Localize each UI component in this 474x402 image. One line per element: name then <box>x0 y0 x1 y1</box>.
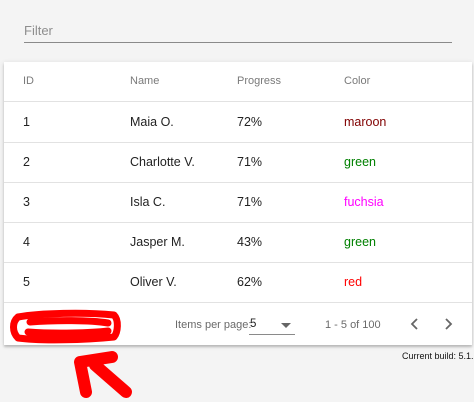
red-arrow <box>74 351 132 398</box>
red-scribble-box <box>10 309 121 344</box>
red-annotation-overlay <box>10 309 132 398</box>
